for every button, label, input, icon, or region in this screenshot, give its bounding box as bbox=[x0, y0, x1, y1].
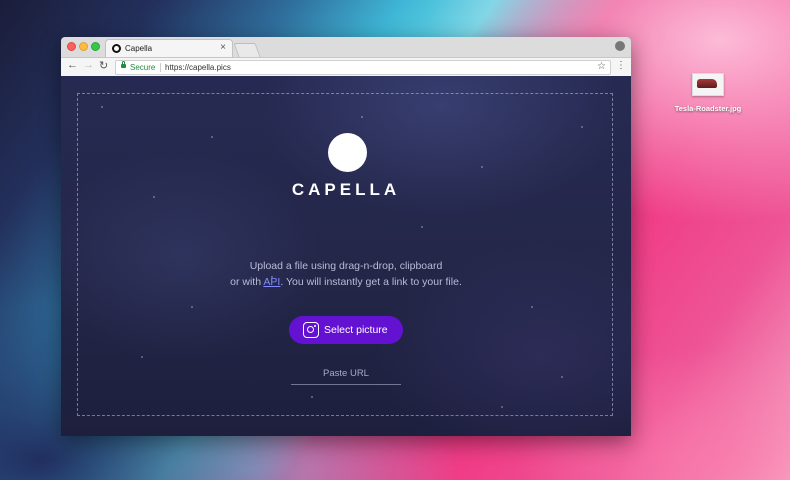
tab-close-icon[interactable]: × bbox=[220, 42, 226, 53]
close-window-button[interactable] bbox=[67, 42, 76, 51]
description-line-2: or with API. You will instantly get a li… bbox=[61, 274, 631, 290]
capella-logo-icon bbox=[328, 133, 367, 172]
image-thumbnail-icon bbox=[692, 73, 724, 96]
desktop-file[interactable]: Tesla-Roadster.jpg bbox=[668, 73, 748, 113]
favicon-icon bbox=[112, 44, 121, 53]
minimize-window-button[interactable] bbox=[79, 42, 88, 51]
select-picture-button[interactable]: Select picture bbox=[289, 316, 403, 344]
tab-title: Capella bbox=[125, 44, 153, 53]
url-divider bbox=[160, 63, 161, 72]
zoom-window-button[interactable] bbox=[91, 42, 100, 51]
new-tab-button[interactable] bbox=[233, 43, 261, 57]
brand-title: CAPELLA bbox=[291, 180, 401, 199]
browser-toolbar: ← → ↻ Secure https://capella.pics ☆ ⋮ bbox=[61, 58, 631, 77]
bookmark-star-icon[interactable]: ☆ bbox=[597, 60, 606, 73]
tab-bar: Capella × bbox=[61, 37, 631, 58]
lock-icon bbox=[121, 61, 126, 68]
forward-icon[interactable]: → bbox=[83, 59, 94, 71]
back-icon[interactable]: ← bbox=[67, 59, 78, 71]
description-suffix: . You will instantly get a link to your … bbox=[280, 276, 462, 288]
address-bar[interactable]: Secure https://capella.pics ☆ bbox=[115, 60, 611, 75]
profile-icon[interactable] bbox=[615, 41, 625, 51]
capella-page: CAPELLA Upload a file using drag-n-drop,… bbox=[61, 76, 631, 436]
browser-tab[interactable]: Capella × bbox=[105, 39, 233, 57]
api-link[interactable]: API bbox=[263, 276, 280, 288]
upload-description: Upload a file using drag-n-drop, clipboa… bbox=[61, 258, 631, 290]
select-picture-label: Select picture bbox=[324, 324, 388, 336]
browser-menu-icon[interactable]: ⋮ bbox=[616, 60, 626, 72]
reload-icon[interactable]: ↻ bbox=[99, 59, 108, 72]
url-text[interactable]: https://capella.pics bbox=[165, 61, 231, 74]
description-line-1: Upload a file using drag-n-drop, clipboa… bbox=[249, 260, 443, 272]
paste-url-input[interactable]: Paste URL bbox=[291, 368, 401, 385]
camera-icon bbox=[303, 322, 319, 338]
description-prefix: or with bbox=[230, 276, 264, 288]
secure-label: Secure bbox=[130, 63, 156, 72]
file-name-label: Tesla-Roadster.jpg bbox=[674, 104, 742, 113]
browser-window: Capella × ← → ↻ Secure https://capella.p… bbox=[61, 37, 631, 436]
